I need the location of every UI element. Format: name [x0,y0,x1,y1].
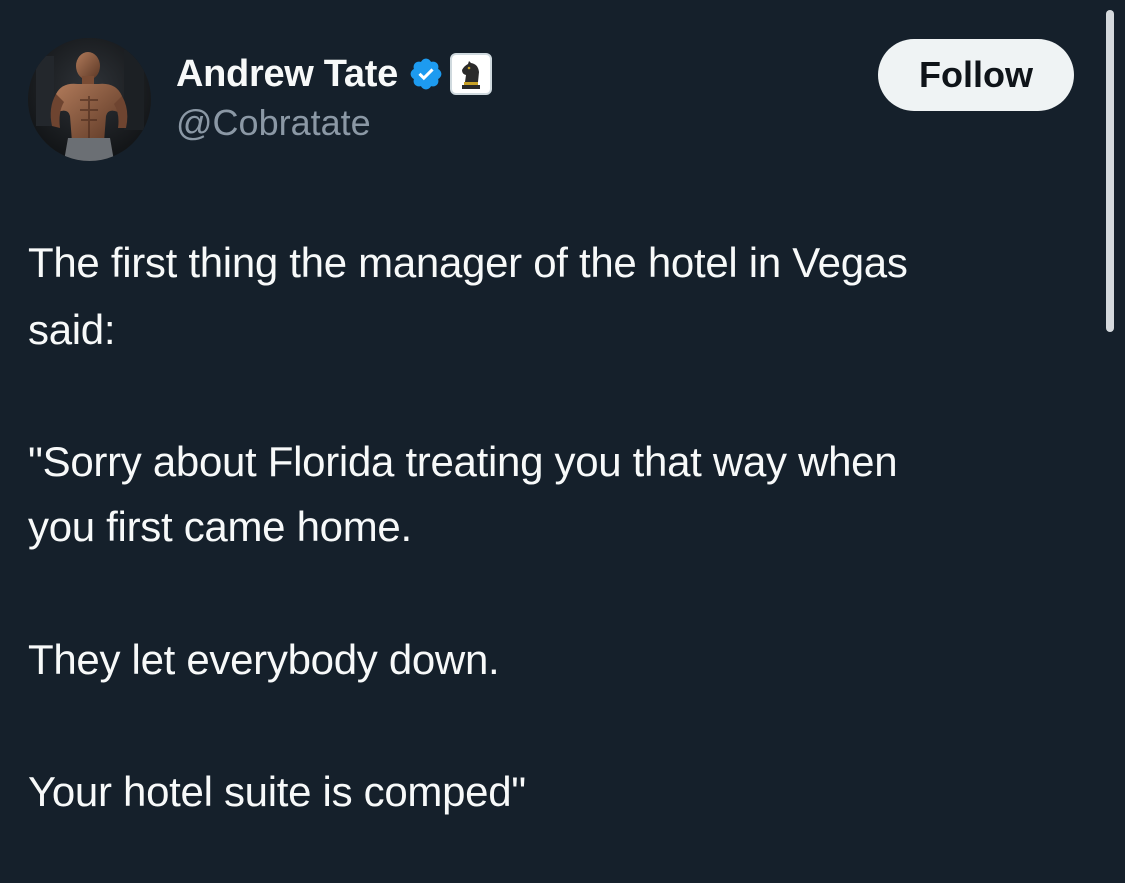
handle[interactable]: @Cobratate [176,102,371,144]
tweet-text-line: They let everybody down. [28,636,500,683]
author-name-row[interactable]: Andrew Tate [176,50,492,98]
tweet-text-line: you first came home. [28,503,412,550]
chess-knight-icon[interactable] [449,53,492,95]
tweet-text-line: said: [28,306,116,353]
avatar[interactable] [28,38,151,161]
scrollbar[interactable] [1106,10,1114,332]
display-name[interactable]: Andrew Tate [176,53,398,96]
verified-check-icon[interactable] [408,56,444,92]
tweet-text-line: Your hotel suite is comped" [28,768,526,815]
tweet-card: Andrew Tate @Cobratate Follow The first … [0,0,1125,883]
follow-button[interactable]: Follow [878,39,1074,111]
tweet-text-line: "Sorry about Florida treating you that w… [28,438,898,485]
tweet-text-line: The first thing the manager of the hotel… [28,239,908,286]
